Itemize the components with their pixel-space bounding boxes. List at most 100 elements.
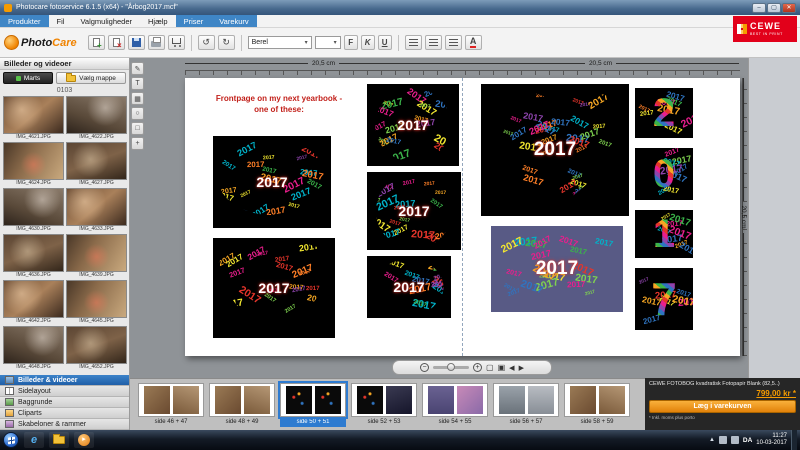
media-player-icon[interactable]: ▸ bbox=[74, 432, 94, 448]
align-left-icon[interactable] bbox=[405, 35, 422, 50]
bold-button[interactable]: F bbox=[344, 35, 358, 50]
save-icon[interactable] bbox=[128, 35, 145, 50]
choose-folder-button[interactable]: Vælg mappe bbox=[56, 72, 126, 84]
fit-page-icon[interactable]: ▢ bbox=[486, 363, 494, 372]
month-filter-button[interactable]: Marts bbox=[3, 72, 53, 84]
undo-icon[interactable]: ↺ bbox=[198, 35, 215, 50]
start-button[interactable] bbox=[3, 432, 19, 448]
image-tool-icon[interactable]: ▦ bbox=[131, 92, 144, 105]
tray-status-icon[interactable] bbox=[719, 436, 727, 444]
filmstrip-page[interactable]: side 48 + 49 bbox=[209, 383, 275, 430]
wordcloud-circle[interactable]: 2017201720172017201720172017201720172017… bbox=[367, 172, 461, 250]
wordcloud-small[interactable]: 2017201720172017201720172017201720172017… bbox=[367, 256, 451, 318]
photo-thumbnail[interactable]: IMG_4636.JPG bbox=[3, 234, 64, 279]
photo-thumbnail[interactable]: IMG_4622.JPG bbox=[66, 96, 127, 141]
filmstrip-page[interactable]: side 54 + 55 bbox=[422, 383, 488, 430]
filmstrip-page[interactable]: side 56 + 57 bbox=[493, 383, 559, 430]
tray-expand-icon[interactable]: ▲ bbox=[709, 437, 715, 443]
wordcloud-digit-7[interactable]: 201720172017201720172017201720177 bbox=[635, 268, 693, 330]
photo-thumbnail[interactable]: IMG_4621.JPG bbox=[3, 96, 64, 141]
ruler-label-right-page: 20,5 cm bbox=[462, 60, 739, 67]
show-desktop-button[interactable] bbox=[791, 430, 797, 450]
delete-page-icon[interactable] bbox=[108, 35, 125, 50]
nav-item-cliparts[interactable]: Cliparts bbox=[0, 408, 129, 419]
shape-tool-icon[interactable]: ○ bbox=[131, 107, 144, 120]
menu-fil[interactable]: Fil bbox=[49, 15, 73, 27]
wordcloud-purple-box[interactable]: 2017201720172017201720172017201720172017… bbox=[491, 226, 623, 312]
font-size-select[interactable]: ▾ bbox=[315, 36, 341, 49]
photo-thumbnail[interactable]: IMG_4648.JPG bbox=[3, 326, 64, 371]
wordcloud-speech-bubble[interactable]: 2017201720172017201720172017201720172017… bbox=[213, 136, 331, 228]
wordcloud-heart-large[interactable]: 2017201720172017201720172017201720172017… bbox=[481, 84, 629, 216]
photo-image bbox=[3, 142, 64, 180]
menu-valgmuligheder[interactable]: Valgmuligheder bbox=[72, 15, 140, 27]
wordcloud-digit-2[interactable]: 201720172017201720172017201720172 bbox=[635, 88, 693, 138]
internet-explorer-icon[interactable]: e bbox=[24, 432, 44, 448]
photo-image bbox=[3, 234, 64, 272]
wordcloud-oval[interactable]: 2017201720172017201720172017201720172017… bbox=[367, 84, 459, 166]
font-select[interactable]: Berel ▾ bbox=[248, 36, 312, 49]
close-button[interactable]: ✕ bbox=[782, 3, 796, 13]
photo-thumbnail[interactable]: IMG_4642.JPG bbox=[3, 280, 64, 325]
minimize-button[interactable]: – bbox=[752, 3, 766, 13]
zoom-slider-knob[interactable] bbox=[447, 363, 455, 371]
zoom-slider[interactable] bbox=[433, 366, 469, 369]
photo-thumbnail[interactable]: IMG_4627.JPG bbox=[66, 142, 127, 187]
photo-thumbnail[interactable]: IMG_4639.JPG bbox=[66, 234, 127, 279]
language-indicator[interactable]: DA bbox=[743, 437, 752, 444]
menu-priser[interactable]: Priser bbox=[176, 15, 212, 27]
photo-thumbnail[interactable]: IMG_4652.JPG bbox=[66, 326, 127, 371]
nav-item-sidelayout[interactable]: Sidelayout bbox=[0, 386, 129, 397]
menu-varekurv[interactable]: Varekurv bbox=[211, 15, 256, 27]
wordcloud-digit-0[interactable]: 201720172017201720172017201720170 bbox=[635, 148, 693, 200]
photo-thumbnail[interactable]: IMG_4633.JPG bbox=[66, 188, 127, 233]
zoom-in-icon[interactable]: + bbox=[473, 363, 482, 372]
filmstrip-page-selected[interactable]: side 50 + 51 bbox=[280, 383, 346, 430]
wordcloud-heart-small[interactable]: 2017201720172017201720172017201720172017… bbox=[213, 238, 335, 338]
align-right-icon[interactable] bbox=[445, 35, 462, 50]
zoom-out-icon[interactable]: − bbox=[420, 363, 429, 372]
frame-tool-icon[interactable]: □ bbox=[131, 122, 144, 135]
filmstrip-page-label: side 54 + 55 bbox=[422, 417, 488, 427]
filmstrip-page[interactable]: side 52 + 53 bbox=[351, 383, 417, 430]
underline-button[interactable]: U bbox=[378, 35, 392, 50]
previous-page-icon[interactable]: ◀ bbox=[509, 364, 514, 372]
fit-width-icon[interactable]: ▣ bbox=[498, 363, 506, 372]
wordcloud-digit-1[interactable]: 201720172017201720172017201720171 bbox=[635, 210, 693, 258]
maximize-button[interactable]: ▢ bbox=[767, 3, 781, 13]
top-ruler bbox=[185, 70, 740, 75]
clipart-icon bbox=[5, 409, 14, 417]
filmstrip-page[interactable]: side 46 + 47 bbox=[138, 383, 204, 430]
redo-icon[interactable]: ↻ bbox=[218, 35, 235, 50]
photo-thumbnail[interactable]: IMG_4645.JPG bbox=[66, 280, 127, 325]
menu-produkter[interactable]: Produkter bbox=[0, 15, 49, 27]
add-to-cart-button[interactable]: Læg i varekurven bbox=[649, 400, 796, 413]
nav-item-baggrunde[interactable]: Baggrunde bbox=[0, 397, 129, 408]
menu-hjaelp[interactable]: Hjælp bbox=[140, 15, 176, 27]
ruler-label-side: 20,5 cm bbox=[740, 78, 747, 356]
next-page-icon[interactable]: ▶ bbox=[519, 364, 524, 372]
pointer-tool-icon[interactable]: ✎ bbox=[131, 62, 144, 75]
photo-thumbnail[interactable]: IMG_4630.JPG bbox=[3, 188, 64, 233]
nav-item-billeder-videoer[interactable]: Billeder & videoer bbox=[0, 375, 129, 386]
product-price[interactable]: 799,00 kr * bbox=[649, 389, 796, 398]
filmstrip-page[interactable]: side 58 + 59 bbox=[564, 383, 630, 430]
add-page-icon[interactable] bbox=[88, 35, 105, 50]
explorer-folder-icon[interactable] bbox=[49, 432, 69, 448]
align-center-icon[interactable] bbox=[425, 35, 442, 50]
print-icon[interactable] bbox=[148, 35, 165, 50]
text-tool-icon[interactable]: T bbox=[131, 77, 144, 90]
filmstrip-page-label: side 50 + 51 bbox=[280, 417, 346, 427]
cart-icon[interactable] bbox=[168, 35, 185, 50]
yearbook-note-text[interactable]: Frontpage on my next yearbook - one of t… bbox=[201, 94, 357, 116]
title-bar: Photocare fotoservice 6.1.5 (x64) - "Årb… bbox=[0, 0, 800, 15]
clock[interactable]: 11:27 10-03-2017 bbox=[756, 433, 787, 447]
zoom-tool-icon[interactable]: + bbox=[131, 137, 144, 150]
windows-flag-icon bbox=[8, 436, 15, 444]
text-color-button[interactable]: A bbox=[465, 35, 482, 50]
photo-thumbnail[interactable]: IMG_4624.JPG bbox=[3, 142, 64, 187]
tray-volume-icon[interactable] bbox=[731, 436, 739, 444]
nav-item-skabeloner[interactable]: Skabeloner & rammer bbox=[0, 419, 129, 430]
italic-button[interactable]: K bbox=[361, 35, 375, 50]
layout-icon bbox=[5, 387, 14, 395]
